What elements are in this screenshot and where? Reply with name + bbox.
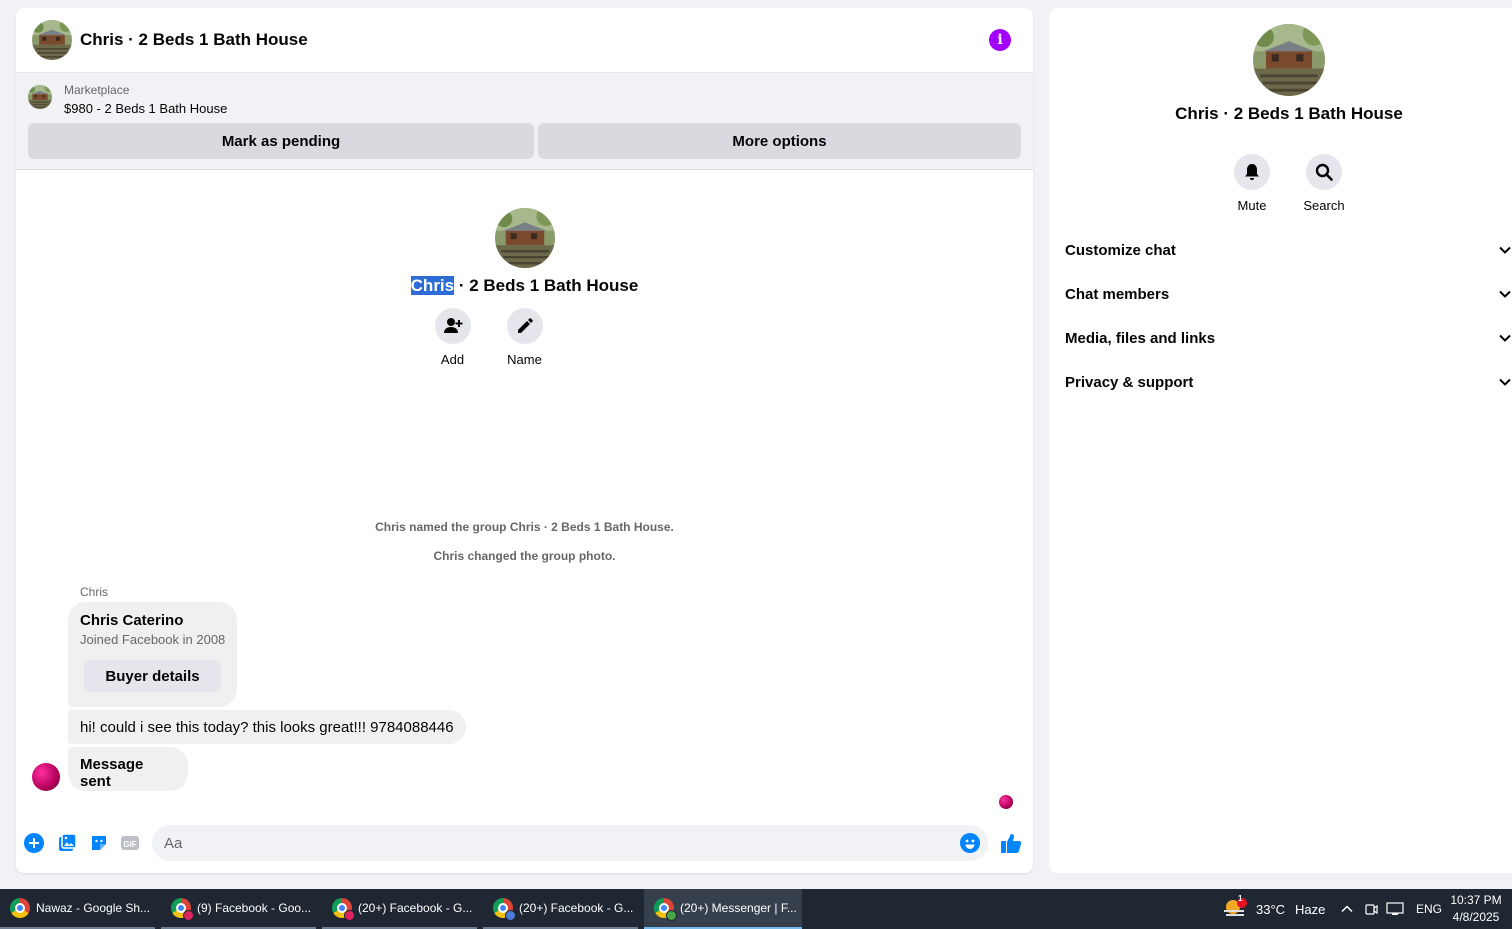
- system-message: Chris named the group Chris · 2 Beds 1 B…: [375, 520, 674, 534]
- chat-panel: Chris · 2 Beds 1 Bath House i Marketplac…: [16, 8, 1033, 873]
- mute-action[interactable]: Mute: [1222, 154, 1282, 213]
- system-message: Chris changed the group photo.: [433, 549, 616, 563]
- time: 10:37 PM: [1450, 893, 1502, 907]
- chevron-up-icon[interactable]: [1340, 902, 1354, 916]
- marketplace-bar: Marketplace $980 - 2 Beds 1 Bath House M…: [16, 73, 1033, 170]
- chevron-down-icon: [1499, 290, 1511, 298]
- name-label: Name: [507, 352, 542, 367]
- task-label: (9) Facebook - Goo...: [197, 901, 312, 915]
- message-input-box[interactable]: [152, 825, 988, 861]
- section-privacy-support[interactable]: Privacy & support: [1049, 360, 1512, 404]
- sender-name: Chris: [80, 585, 109, 599]
- task-label: Nawaz - Google Sh...: [36, 901, 151, 915]
- intro-title: Chris · 2 Beds 1 Bath House: [16, 276, 1033, 296]
- group-avatar-large[interactable]: [494, 208, 555, 268]
- add-person-icon[interactable]: [434, 308, 471, 344]
- search-icon[interactable]: [1306, 154, 1342, 190]
- section-label: Media, files and links: [1065, 329, 1216, 347]
- read-receipt-avatar: [999, 795, 1013, 809]
- weather-badge: 1: [1238, 894, 1243, 903]
- section-label: Chat members: [1065, 285, 1170, 303]
- clock[interactable]: 10:37 PM 4/8/2025: [1446, 892, 1506, 926]
- profile-badge-icon: [505, 910, 516, 921]
- gif-icon[interactable]: GIF: [120, 833, 140, 853]
- chevron-down-icon: [1499, 334, 1511, 342]
- weather-widget[interactable]: 1 33°C Haze: [1222, 889, 1325, 929]
- mark-as-pending-button[interactable]: Mark as pending: [28, 123, 534, 159]
- task-label: (20+) Messenger | F...: [680, 901, 797, 915]
- more-options-button[interactable]: More options: [538, 123, 1021, 159]
- buyer-joined: Joined Facebook in 2008: [80, 632, 226, 647]
- conversation-intro: Chris · 2 Beds 1 Bath House Add Name: [16, 208, 1033, 367]
- sender-avatar[interactable]: [32, 763, 60, 791]
- intro-actions: Add Name: [16, 308, 1033, 367]
- search-action[interactable]: Search: [1294, 154, 1354, 213]
- meet-now-icon[interactable]: [1364, 902, 1378, 916]
- language-indicator[interactable]: ENG: [1416, 902, 1442, 916]
- add-people-action[interactable]: Add: [434, 308, 471, 367]
- chat-info-panel: Chris · 2 Beds 1 Bath House Mute Search …: [1049, 8, 1512, 873]
- profile-badge-icon: [666, 910, 677, 921]
- section-label: Privacy & support: [1065, 373, 1194, 391]
- listing-title[interactable]: $980 - 2 Beds 1 Bath House: [64, 101, 227, 116]
- thumbs-up-icon[interactable]: [1000, 832, 1022, 854]
- search-label: Search: [1303, 198, 1345, 213]
- chrome-icon: [493, 898, 516, 921]
- temperature: 33°C: [1256, 901, 1286, 917]
- bell-icon[interactable]: [1234, 154, 1270, 190]
- intro-title-rest: · 2 Beds 1 Bath House: [454, 276, 639, 295]
- sent-message-bubble[interactable]: Message sent: [68, 747, 188, 791]
- buyer-card: Chris Caterino Joined Facebook in 2008 B…: [68, 602, 237, 707]
- profile-badge-icon: [183, 910, 194, 921]
- taskbar-item-facebook-1[interactable]: (9) Facebook - Goo...: [161, 889, 316, 929]
- haze-weather-icon: [1224, 898, 1247, 916]
- date: 4/8/2025: [1452, 910, 1500, 924]
- profile-badge-icon: [344, 910, 355, 921]
- listing-thumbnail[interactable]: [28, 85, 52, 109]
- mute-label: Mute: [1237, 198, 1267, 213]
- chevron-down-icon: [1499, 246, 1511, 254]
- weather-text: Haze: [1295, 901, 1326, 917]
- taskbar-item-facebook-2[interactable]: (20+) Facebook - G...: [322, 889, 477, 929]
- composer: GIF: [16, 823, 1033, 863]
- section-chat-members[interactable]: Chat members: [1049, 272, 1512, 316]
- chat-title[interactable]: Chris · 2 Beds 1 Bath House: [80, 30, 308, 50]
- chat-header: Chris · 2 Beds 1 Bath House i: [16, 8, 1033, 73]
- taskbar-item-messenger[interactable]: (20+) Messenger | F...: [644, 889, 802, 929]
- buyer-details-button[interactable]: Buyer details: [84, 660, 221, 692]
- chrome-icon: [10, 898, 30, 918]
- photo-icon[interactable]: [57, 833, 77, 853]
- section-customize-chat[interactable]: Customize chat: [1049, 228, 1512, 272]
- taskbar-item-sheets[interactable]: Nawaz - Google Sh...: [0, 889, 155, 929]
- chrome-icon: [332, 898, 355, 921]
- chrome-icon: [654, 898, 677, 921]
- taskbar-item-facebook-3[interactable]: (20+) Facebook - G...: [483, 889, 638, 929]
- plus-icon[interactable]: [24, 833, 44, 853]
- group-avatar[interactable]: [32, 20, 72, 60]
- windows-taskbar: Nawaz - Google Sh... (9) Facebook - Goo.…: [0, 889, 1512, 929]
- chevron-down-icon: [1499, 378, 1511, 386]
- info-title: Chris · 2 Beds 1 Bath House: [1175, 104, 1403, 123]
- message-input[interactable]: [164, 834, 924, 852]
- svg-text:GIF: GIF: [123, 840, 136, 849]
- marketplace-label: Marketplace: [64, 83, 130, 97]
- message-bubble[interactable]: hi! could i see this today? this looks g…: [68, 710, 466, 744]
- add-label: Add: [440, 352, 465, 367]
- info-icon[interactable]: i: [989, 29, 1011, 51]
- network-icon[interactable]: [1386, 902, 1404, 916]
- pencil-icon[interactable]: [506, 308, 543, 344]
- info-group-avatar[interactable]: [1253, 24, 1325, 96]
- buyer-name: Chris Caterino: [80, 612, 184, 629]
- section-media-files-links[interactable]: Media, files and links: [1049, 316, 1512, 360]
- tray-icons: ENG: [1364, 889, 1442, 929]
- show-hidden-icons[interactable]: [1340, 889, 1354, 929]
- task-label: (20+) Facebook - G...: [519, 901, 634, 915]
- sticker-icon[interactable]: [89, 833, 109, 853]
- task-label: (20+) Facebook - G...: [358, 901, 473, 915]
- name-action[interactable]: Name: [506, 308, 543, 367]
- emoji-icon[interactable]: [960, 833, 980, 853]
- selected-text: Chris: [410, 276, 455, 295]
- section-label: Customize chat: [1065, 241, 1176, 259]
- chrome-icon: [171, 898, 194, 921]
